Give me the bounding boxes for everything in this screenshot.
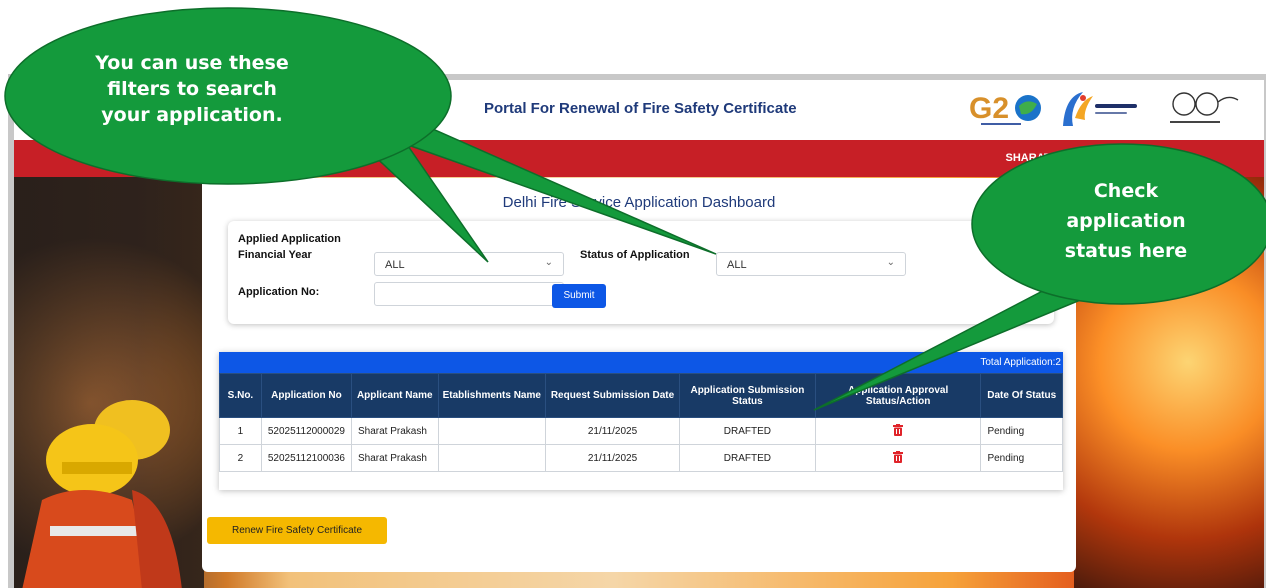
status-callout-line: application (1066, 210, 1186, 232)
filters-callout-text: You can use these filters to search your… (62, 50, 322, 128)
filters-callout-line: filters to search (107, 78, 277, 100)
filters-callout-line: You can use these (95, 52, 289, 74)
status-callout-line: Check (1093, 180, 1159, 202)
status-callout-text: Check application status here (1036, 176, 1216, 266)
filters-callout-line: your application. (101, 104, 283, 126)
status-callout-line: status here (1064, 240, 1188, 262)
filters-callout-bubble (4, 7, 717, 263)
